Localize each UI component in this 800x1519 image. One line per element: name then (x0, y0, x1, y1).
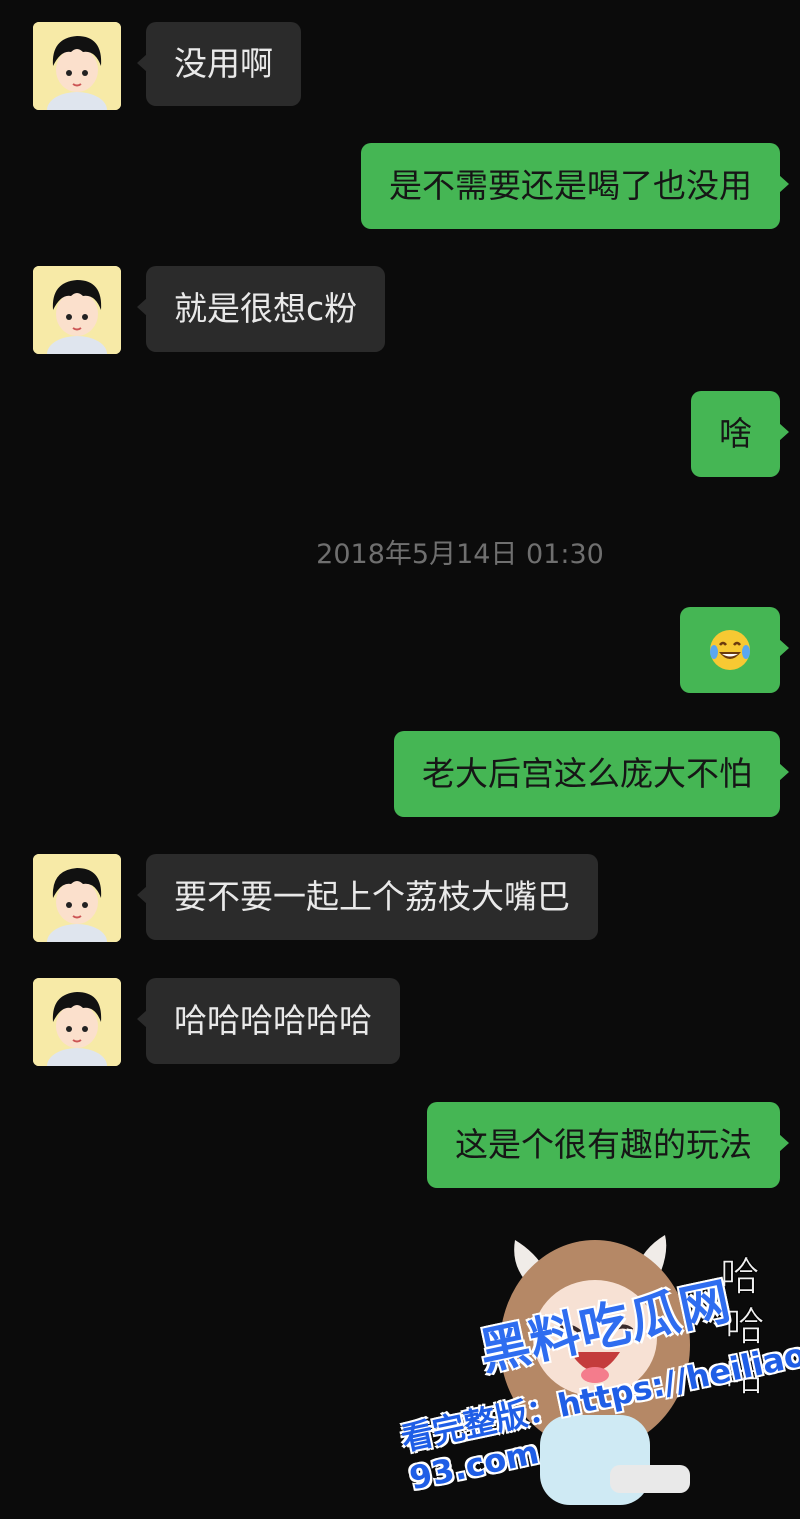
outgoing-bubble[interactable]: 是不需要还是喝了也没用 (361, 143, 789, 229)
message-text: 哈哈哈哈哈哈 (174, 1000, 372, 1040)
outgoing-bubble[interactable]: 啥 (691, 391, 789, 477)
outgoing-bubble[interactable]: 老大后宫这么庞大不怕 (394, 731, 789, 817)
avatar[interactable] (33, 854, 121, 942)
incoming-bubble[interactable]: 要不要一起上个荔枝大嘴巴 (137, 854, 598, 940)
avatar[interactable] (33, 978, 121, 1066)
outgoing-bubble[interactable]: 这是个很有趣的玩法 (427, 1102, 789, 1188)
message-text: 老大后宫这么庞大不怕 (422, 753, 752, 793)
message-text: 没用啊 (174, 43, 273, 83)
message-text: 是不需要还是喝了也没用 (389, 165, 752, 205)
incoming-bubble[interactable]: 就是很想c粉 (136, 266, 386, 352)
timestamp: 2018年5月14日 01:30 (316, 539, 604, 570)
message-text: 啥 (719, 413, 752, 453)
message-text: 这是个很有趣的玩法 (455, 1124, 752, 1164)
avatar[interactable] (33, 266, 121, 354)
message-text: 就是很想c粉 (174, 288, 358, 328)
outgoing-bubble[interactable] (680, 607, 789, 693)
incoming-bubble[interactable]: 哈哈哈哈哈哈 (137, 978, 400, 1064)
avatar[interactable] (33, 22, 121, 110)
laughing-tears-emoji-icon (710, 630, 750, 670)
message-text: 要不要一起上个荔枝大嘴巴 (174, 876, 570, 916)
incoming-bubble[interactable]: 没用啊 (137, 22, 301, 106)
